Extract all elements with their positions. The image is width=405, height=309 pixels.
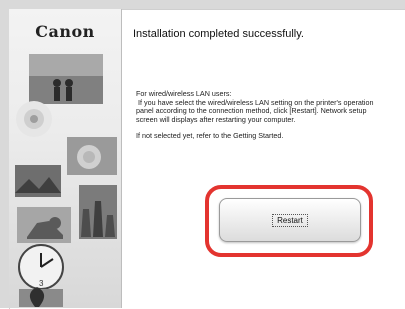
photo-collage: 3 xyxy=(15,54,117,307)
sidebar-panel: Canon 3 xyxy=(9,9,121,308)
instruction-text: For wired/wireless LAN users: If you hav… xyxy=(136,89,376,149)
lan-users-paragraph: For wired/wireless LAN users: If you hav… xyxy=(136,89,376,124)
landscape-photo xyxy=(15,165,61,197)
flower-photo xyxy=(16,101,52,137)
lan-users-details: If you have select the wired/wireless LA… xyxy=(136,97,374,124)
fruit-photo xyxy=(67,137,117,175)
sidebar-divider xyxy=(121,9,122,308)
dog-photo xyxy=(17,207,71,243)
clock-photo: 3 xyxy=(18,244,64,290)
restart-button[interactable]: Restart xyxy=(219,198,361,242)
svg-text:3: 3 xyxy=(39,279,44,288)
page-title: Installation completed successfully. xyxy=(133,28,304,40)
getting-started-paragraph: If not selected yet, refer to the Gettin… xyxy=(136,131,284,141)
lan-users-heading: For wired/wireless LAN users: xyxy=(136,89,232,98)
city-photo xyxy=(79,185,117,239)
plant-photo xyxy=(19,287,63,307)
installer-window: Canon 3 Installation completed successfu… xyxy=(0,0,405,309)
beach-photo xyxy=(29,54,103,104)
restart-button-label: Restart xyxy=(272,213,308,227)
